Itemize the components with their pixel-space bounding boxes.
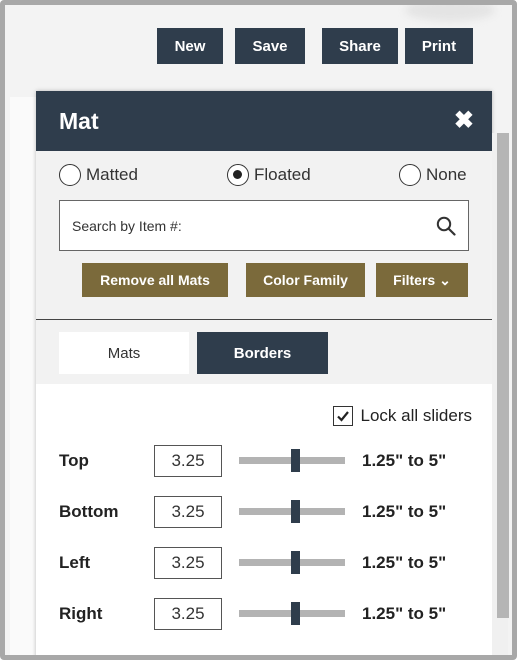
- lock-all-sliders[interactable]: Lock all sliders: [332, 406, 473, 426]
- top-value-input[interactable]: [154, 445, 222, 477]
- radio-none-circle[interactable]: [399, 164, 421, 186]
- close-icon[interactable]: ✖: [454, 109, 474, 133]
- left-slider-thumb[interactable]: [291, 551, 300, 574]
- mat-type-radio-group: Matted Floated None: [59, 164, 471, 190]
- print-button[interactable]: Print: [405, 28, 473, 64]
- search-box: [59, 200, 469, 251]
- search-icon[interactable]: [436, 216, 456, 236]
- bottom-value-input[interactable]: [154, 496, 222, 528]
- radio-matted-circle[interactable]: [59, 164, 81, 186]
- bottom-slider-thumb[interactable]: [291, 500, 300, 523]
- top-slider-thumb[interactable]: [291, 449, 300, 472]
- radio-matted-label: Matted: [86, 165, 138, 184]
- radio-none-label: None: [426, 165, 467, 184]
- top-glow: [405, 5, 495, 21]
- radio-floated-circle[interactable]: [227, 164, 249, 186]
- slider-row-right: Right 1.25" to 5": [59, 598, 479, 630]
- app-frame: New Save Share Print Mat ✖ Matted Floate…: [0, 0, 517, 660]
- borders-content: Lock all sliders Top 1.25" to 5" Bottom …: [36, 384, 492, 655]
- panel-title: Mat: [59, 107, 99, 134]
- mat-panel: Mat ✖ Matted Floated None Search by Item…: [36, 91, 492, 655]
- slider-label: Bottom: [59, 502, 119, 521]
- tab-mats[interactable]: Mats: [59, 332, 189, 374]
- top-slider-track[interactable]: [239, 449, 345, 472]
- right-slider-track[interactable]: [239, 602, 345, 625]
- slider-range-label: 1.25" to 5": [362, 502, 447, 521]
- slider-label: Top: [59, 451, 89, 470]
- new-button[interactable]: New: [157, 28, 223, 64]
- radio-floated[interactable]: Floated: [227, 164, 311, 186]
- radio-floated-label: Floated: [254, 165, 311, 184]
- tab-bar: Mats Borders: [59, 332, 359, 374]
- radio-none[interactable]: None: [399, 164, 467, 186]
- lock-all-sliders-label: Lock all sliders: [360, 406, 473, 425]
- slider-label: Left: [59, 553, 91, 572]
- slider-label: Right: [59, 604, 103, 623]
- slider-row-bottom: Bottom 1.25" to 5": [59, 496, 479, 528]
- action-row: Remove all Mats Color Family Filters ⌄: [36, 263, 492, 297]
- scrollbar-thumb[interactable]: [497, 133, 509, 618]
- save-button[interactable]: Save: [235, 28, 305, 64]
- slider-range-label: 1.25" to 5": [362, 553, 447, 572]
- slider-range-label: 1.25" to 5": [362, 604, 447, 623]
- slider-row-left: Left 1.25" to 5": [59, 547, 479, 579]
- tab-borders[interactable]: Borders: [197, 332, 328, 374]
- divider: [36, 319, 492, 320]
- lock-all-sliders-checkbox[interactable]: [332, 406, 353, 426]
- slider-row-top: Top 1.25" to 5": [59, 445, 479, 477]
- panel-header: Mat ✖: [36, 91, 492, 151]
- right-value-input[interactable]: [154, 598, 222, 630]
- left-value-input[interactable]: [154, 547, 222, 579]
- radio-matted[interactable]: Matted: [59, 164, 138, 186]
- checkmark-icon: [336, 411, 349, 422]
- remove-all-mats-button[interactable]: Remove all Mats: [82, 263, 228, 297]
- share-button[interactable]: Share: [322, 28, 398, 64]
- right-slider-thumb[interactable]: [291, 602, 300, 625]
- left-slider-track[interactable]: [239, 551, 345, 574]
- bottom-slider-track[interactable]: [239, 500, 345, 523]
- search-input[interactable]: [72, 217, 436, 234]
- color-family-button[interactable]: Color Family: [246, 263, 365, 297]
- slider-range-label: 1.25" to 5": [362, 451, 447, 470]
- filters-button[interactable]: Filters ⌄: [376, 263, 468, 297]
